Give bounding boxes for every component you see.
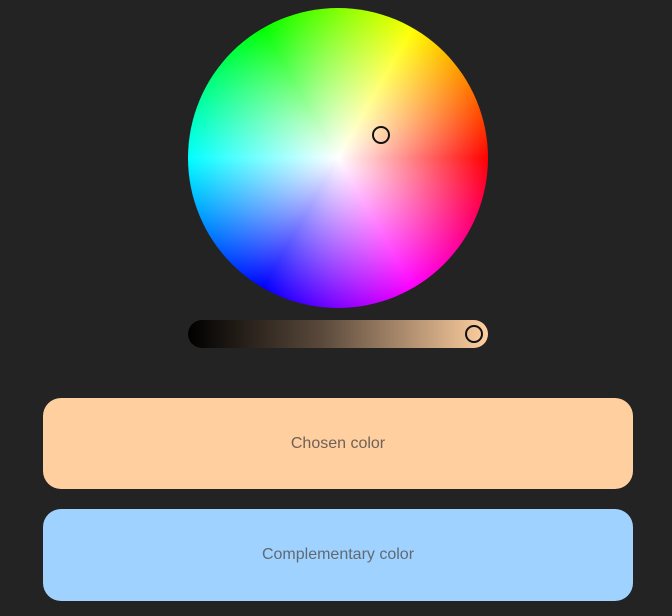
chosen-color-swatch: Chosen color — [43, 398, 633, 489]
color-wheel-saturation-overlay — [188, 8, 488, 308]
color-wheel-handle[interactable] — [372, 126, 390, 144]
complementary-color-label: Complementary color — [261, 546, 415, 563]
chosen-color-label: Chosen color — [290, 434, 386, 452]
color-picker-app: Chosen color Complementary color — [0, 0, 672, 616]
brightness-slider-handle[interactable] — [465, 325, 483, 343]
complementary-color-swatch: Complementary color — [43, 509, 633, 601]
color-wheel[interactable] — [188, 8, 488, 308]
brightness-slider[interactable] — [188, 320, 488, 348]
